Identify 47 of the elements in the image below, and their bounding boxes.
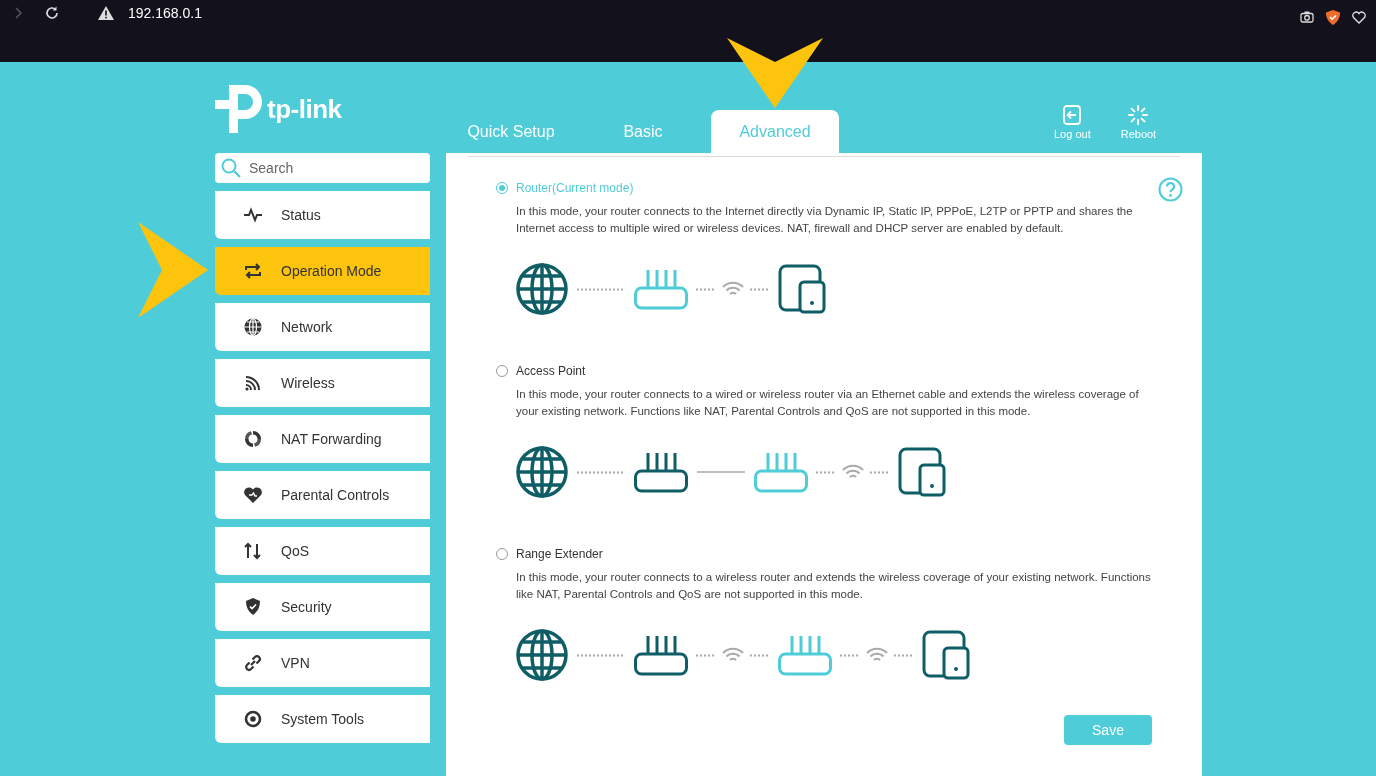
device-icon <box>898 447 946 497</box>
logout-icon <box>1062 105 1083 125</box>
globe-icon <box>516 263 568 315</box>
menu-icon <box>243 653 263 673</box>
reboot-icon <box>1128 105 1149 125</box>
warning-icon[interactable] <box>98 6 114 20</box>
device-icon <box>778 264 826 314</box>
mode-description: In this mode, your router connects to a wired or wireless router via an Ethernet cable and extends the wireless coverage of your existing network. Functions like NAT, Parental Controls and QoS are not supported in this mode. <box>516 387 1140 419</box>
mode-label[interactable]: Range Extender <box>516 545 603 563</box>
sidebar-item[interactable]: VPN <box>215 639 430 687</box>
heart-icon[interactable] <box>1352 10 1366 24</box>
logo-icon <box>215 85 265 133</box>
mode-label[interactable]: Access Point <box>516 362 586 380</box>
sidebar-item[interactable]: Network <box>215 303 430 351</box>
mode-description: In this mode, your router connects to the Internet directly via Dynamic IP, Static IP, PPPoE, L2TP or PPTP and shares the Internet access to multiple wired or wireless devices. NAT, firewall and DHCP server are enabled by default. <box>516 204 1134 236</box>
menu-icon <box>243 373 263 393</box>
menu-icon <box>243 317 263 337</box>
dotted-line <box>577 653 625 657</box>
address-text[interactable]: 192.168.0.1 <box>128 2 202 24</box>
sidebar-item[interactable]: Wireless <box>215 359 430 407</box>
forward-icon[interactable] <box>12 6 24 20</box>
shield-icon[interactable] <box>1326 9 1340 25</box>
globe-icon <box>516 629 568 681</box>
menu-icon <box>243 261 263 281</box>
cable-line <box>697 471 745 473</box>
logo: tp-link <box>215 85 342 133</box>
search-icon <box>221 158 241 178</box>
sidebar-item[interactable]: Security <box>215 583 430 631</box>
menu-icon <box>243 709 263 729</box>
camera-icon[interactable] <box>1300 11 1314 23</box>
sidebar-item[interactable]: QoS <box>215 527 430 575</box>
mode-description: In this mode, your router connects to a wireless router and extends the wireless coverage of your existing network. Functions like NAT, Parental Controls and QoS are not supported in this mode. <box>516 570 1152 602</box>
sidebar-item[interactable]: Status <box>215 191 430 239</box>
sidebar-item[interactable]: NAT Forwarding <box>215 415 430 463</box>
menu-icon <box>243 485 263 505</box>
dotted-line <box>577 470 625 474</box>
globe-icon <box>516 446 568 498</box>
dotted-line <box>577 287 625 291</box>
menu-icon <box>243 429 263 449</box>
search-field[interactable]: Search <box>215 153 430 183</box>
menu-icon <box>243 541 263 561</box>
sidebar-item[interactable]: Parental Controls <box>215 471 430 519</box>
sidebar-item[interactable]: System Tools <box>215 695 430 743</box>
menu-icon <box>243 597 263 617</box>
device-icon <box>922 630 970 680</box>
reload-icon[interactable] <box>44 5 60 21</box>
sidebar-item[interactable]: Operation Mode <box>215 247 430 295</box>
